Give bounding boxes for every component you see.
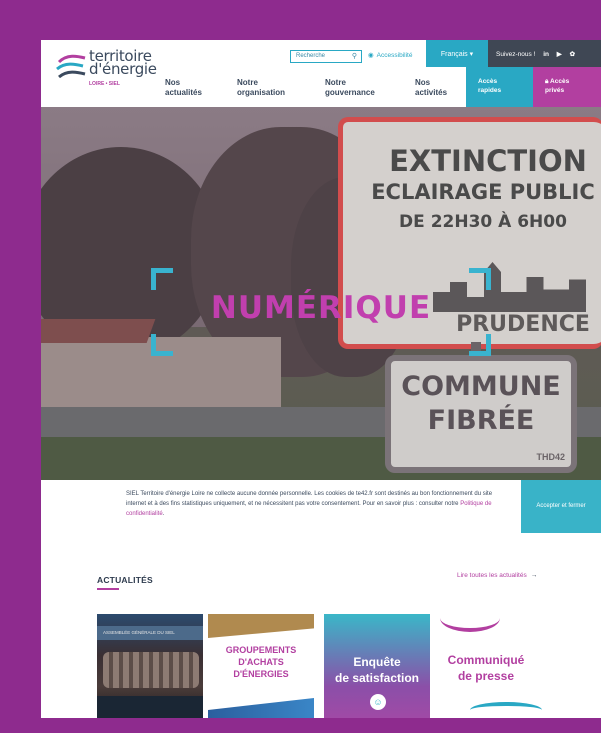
hero-focus-frame: NUMÉRIQUE <box>151 268 491 356</box>
news-card[interactable]: GROUPEMENTS D'ACHATS D'ÉNERGIES <box>208 614 314 718</box>
card-decoration <box>440 614 500 632</box>
quick-access-label: Accès <box>478 78 498 85</box>
nav-item-organisation[interactable]: Notre organisation <box>237 78 285 98</box>
linkedin-icon[interactable]: in <box>543 51 549 58</box>
frame-corner <box>469 334 491 356</box>
card-title-line: D'ACHATS <box>238 657 284 667</box>
card-photo <box>97 696 203 718</box>
news-card[interactable]: Communiqué de presse <box>430 614 542 718</box>
logo-line2: d'énergie <box>89 60 157 78</box>
follow-label: Suivez-nous ! <box>496 51 536 58</box>
sign-text: DE 22H30 À 6H00 <box>399 212 567 232</box>
cookie-banner: SIEL Territoire d'énergie Loire ne colle… <box>41 480 601 533</box>
logo-mark-icon <box>56 54 86 79</box>
private-access-line1: Accès <box>550 78 570 85</box>
private-access-label: privés <box>545 87 565 94</box>
logo-wordmark: territoire d'énergie <box>89 49 157 78</box>
quick-access-button[interactable]: Accès rapides <box>466 67 533 107</box>
nav-item-label: Nos <box>165 78 181 87</box>
sign-logo: THD42 <box>536 452 565 462</box>
nav-item-label: Nos <box>415 78 431 87</box>
flickr-icon[interactable]: ✿ <box>570 51 575 58</box>
search-input[interactable]: Recherche ⚲ <box>290 50 362 63</box>
nav-item-news[interactable]: Nos actualités <box>165 78 202 98</box>
all-news-label: Lire toutes les actualités <box>457 572 527 579</box>
all-news-link[interactable]: Lire toutes les actualités → <box>457 572 537 579</box>
accessibility-link[interactable]: ◉ Accessibilité <box>368 51 412 59</box>
nav-item-label: activités <box>415 88 448 97</box>
nav-item-label: Notre <box>237 78 258 87</box>
search-placeholder: Recherche <box>296 53 326 59</box>
search-icon[interactable]: ⚲ <box>352 52 357 60</box>
card-decoration <box>470 702 542 718</box>
hero-roof <box>41 319 156 343</box>
frame-corner <box>151 268 173 290</box>
frame-corner <box>469 268 491 290</box>
card-title: Enquête de satisfaction <box>324 654 430 686</box>
cookie-message: SIEL Territoire d'énergie Loire ne colle… <box>126 491 493 517</box>
card-photo <box>103 652 199 688</box>
card-decoration <box>208 698 314 718</box>
news-card[interactable]: Enquête de satisfaction ☺ <box>324 614 430 718</box>
sign-text: EXTINCTION <box>389 144 587 178</box>
logo-subtitle: LOIRE • SIEL <box>89 81 120 87</box>
youtube-icon[interactable]: ▶ <box>557 51 562 58</box>
nav-item-label: gouvernance <box>325 88 375 97</box>
card-title-line: D'ÉNERGIES <box>233 669 289 679</box>
street-sign-fibre: COMMUNE FIBRÉE THD42 <box>385 355 577 473</box>
survey-icon: ☺ <box>370 694 386 710</box>
card-title-line: GROUPEMENTS <box>225 645 297 655</box>
frame-corner <box>151 334 173 356</box>
news-section-title: ACTUALITÉS <box>97 575 153 585</box>
site-header: territoire d'énergie LOIRE • SIEL Recher… <box>41 40 601 107</box>
eye-icon: ◉ <box>368 52 374 59</box>
card-title: GROUPEMENTS D'ACHATS D'ÉNERGIES <box>208 644 314 680</box>
accept-cookies-button[interactable]: Accepter et fermer <box>521 480 601 533</box>
private-access-label: 🔒︎ Accès <box>545 77 601 86</box>
site-logo[interactable]: territoire d'énergie LOIRE • SIEL <box>55 49 165 96</box>
card-title-line: de presse <box>457 669 515 683</box>
nav-item-governance[interactable]: Notre gouvernance <box>325 78 375 98</box>
arrow-right-icon: → <box>530 572 538 579</box>
card-title: Communiqué de presse <box>430 652 542 684</box>
nav-item-activities[interactable]: Nos activités <box>415 78 447 98</box>
social-bar: Suivez-nous ! in ▶ ✿ <box>488 40 601 67</box>
card-banner: ASSEMBLÉE GÉNÉRALE DU SIEL <box>97 626 203 640</box>
cookie-text: SIEL Territoire d'énergie Loire ne colle… <box>126 491 493 507</box>
sign-text: COMMUNE <box>401 371 561 402</box>
private-access-button[interactable]: 🔒︎ Accès privés <box>533 67 601 107</box>
page: territoire d'énergie LOIRE • SIEL Recher… <box>41 40 601 718</box>
nav-item-label: actualités <box>165 88 202 97</box>
news-card[interactable]: ASSEMBLÉE GÉNÉRALE DU SIEL <box>97 614 203 718</box>
hero-title: NUMÉRIQUE <box>210 290 432 326</box>
nav-item-label: Notre <box>325 78 346 87</box>
card-title-line: de satisfaction <box>334 671 420 685</box>
card-decoration <box>208 614 314 638</box>
language-select[interactable]: Français ▾ <box>426 40 488 67</box>
sign-text: ECLAIRAGE PUBLIC <box>371 180 595 204</box>
title-underline <box>97 588 119 590</box>
sign-text: FIBRÉE <box>427 405 535 436</box>
card-title-line: Communiqué <box>447 653 525 667</box>
quick-access-label: rapides <box>478 87 502 94</box>
hero-banner: ✶ EXTINCTION ECLAIRAGE PUBLIC DE 22H30 À… <box>41 107 601 480</box>
nav-item-label: organisation <box>237 88 286 97</box>
card-title-line: Enquête <box>353 655 401 669</box>
accessibility-label: Accessibilité <box>376 52 413 59</box>
